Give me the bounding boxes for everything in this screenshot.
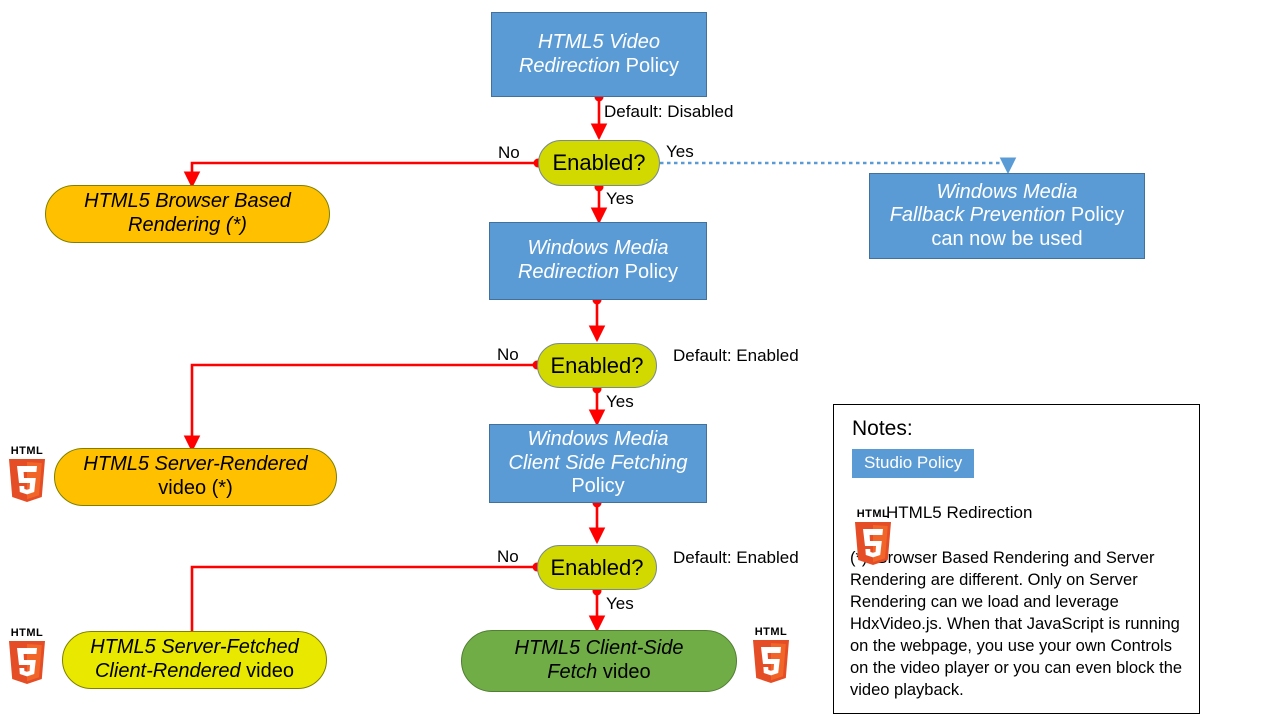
legend-studio-policy-chip: Studio Policy xyxy=(852,449,975,478)
browser-rendering-line2: Rendering (*) xyxy=(128,214,247,236)
edge-decision3-yes-down xyxy=(588,586,606,633)
label-no-1: No xyxy=(498,143,520,162)
edge-decision1-no xyxy=(183,158,543,189)
decision1-label: Enabled? xyxy=(552,150,646,176)
client-fetch-line1: HTML5 Client-Side xyxy=(514,637,684,660)
client-fetch-line2-italic: Fetch xyxy=(547,661,598,683)
server-fetched-line2-italic: Client-Rendered xyxy=(94,660,241,682)
fallback-line3: can now be used xyxy=(931,227,1083,250)
server-fetched-line2-rest: video xyxy=(240,660,294,682)
svg-text:HTML: HTML xyxy=(755,626,788,638)
edge-policy1-to-decision1 xyxy=(590,92,608,141)
server-fetched-line1: HTML5 Server-Fetched xyxy=(90,636,299,659)
node-fallback-prevention-policy[interactable]: Windows Media Fallback Prevention Policy… xyxy=(869,173,1145,259)
label-yes-down-3: Yes xyxy=(606,594,634,613)
node-html5-video-redirection-policy[interactable]: HTML5 Video Redirection Policy xyxy=(491,12,707,97)
decision2-label: Enabled? xyxy=(550,352,644,378)
label-default-enabled-3: Default: Enabled xyxy=(673,548,799,567)
policy1-line2-italic: Redirection xyxy=(518,54,621,77)
label-yes-down-1: Yes xyxy=(606,189,634,208)
html5-logo-icon: HTML xyxy=(9,627,45,684)
policy3-line3: Policy xyxy=(571,475,625,498)
edge-decision1-yes-right-dotted xyxy=(660,157,1017,175)
server-rendered-line2: video (*) xyxy=(158,477,233,499)
fallback-line2-rest: Policy xyxy=(1065,204,1125,227)
browser-rendering-line1: HTML5 Browser Based xyxy=(84,190,291,213)
label-default-enabled-2: Default: Enabled xyxy=(673,346,799,365)
svg-text:HTML: HTML xyxy=(857,508,890,520)
node-html5-browser-based-rendering[interactable]: HTML5 Browser Based Rendering (*) xyxy=(45,185,330,243)
label-no-2: No xyxy=(497,345,519,364)
client-fetch-line2-rest: video xyxy=(597,661,651,683)
label-default-disabled: Default: Disabled xyxy=(604,102,734,121)
policy2-line2-rest: Policy xyxy=(619,261,679,283)
policy1-line1: HTML5 Video xyxy=(538,30,660,53)
svg-text:HTML: HTML xyxy=(11,445,44,457)
label-yes-down-2: Yes xyxy=(606,392,634,411)
legend-html5-redirection-label: HTML5 Redirection xyxy=(886,503,1033,522)
node-decision-enabled-3[interactable]: Enabled? xyxy=(537,545,657,590)
fallback-line2-italic: Fallback Prevention xyxy=(889,204,1066,227)
policy2-line2-italic: Redirection xyxy=(517,261,620,283)
svg-text:HTML: HTML xyxy=(11,627,44,639)
edge-decision1-yes-down xyxy=(590,182,608,225)
legend-html5-row: HTML HTML5 Redirection xyxy=(850,484,1187,565)
server-rendered-line1: HTML5 Server-Rendered xyxy=(83,453,308,476)
policy3-line1: Windows Media xyxy=(527,428,669,451)
node-windows-media-redirection-policy[interactable]: Windows Media Redirection Policy xyxy=(489,222,707,300)
notes-panel: Notes: Studio Policy HTML HTML5 Redirect… xyxy=(833,404,1200,714)
edge-decision2-yes-down xyxy=(588,384,606,427)
html5-logo-icon: HTML xyxy=(753,626,789,683)
decision3-label: Enabled? xyxy=(550,554,644,580)
policy3-line2: Client Side Fetching xyxy=(508,451,688,474)
edge-policy3-to-decision3 xyxy=(588,498,606,545)
flowchart-canvas: HTML5 Video Redirection Policy Default: … xyxy=(0,0,1280,720)
html5-logo-icon: HTML xyxy=(855,508,891,565)
edge-policy2-to-decision2 xyxy=(588,295,606,343)
fallback-line1: Windows Media xyxy=(936,180,1078,203)
node-client-side-fetching-policy[interactable]: Windows Media Client Side Fetching Polic… xyxy=(489,424,707,503)
node-html5-client-side-fetch-video[interactable]: HTML5 Client-Side Fetch video xyxy=(461,630,737,692)
node-decision-enabled-1[interactable]: Enabled? xyxy=(538,140,660,186)
label-no-3: No xyxy=(497,547,519,566)
html5-logo-icon: HTML xyxy=(9,445,45,502)
notes-title: Notes: xyxy=(852,417,913,440)
node-html5-server-rendered-video[interactable]: HTML5 Server-Rendered video (*) xyxy=(54,448,337,506)
node-html5-server-fetched-client-rendered[interactable]: HTML5 Server-Fetched Client-Rendered vid… xyxy=(62,631,327,689)
node-decision-enabled-2[interactable]: Enabled? xyxy=(537,343,657,388)
policy2-line1: Windows Media xyxy=(527,237,669,260)
notes-paragraph: (*): Browser Based Rendering and Server … xyxy=(850,549,1183,699)
label-yes-right-1: Yes xyxy=(666,142,694,161)
policy1-line2-rest: Policy xyxy=(620,54,680,77)
